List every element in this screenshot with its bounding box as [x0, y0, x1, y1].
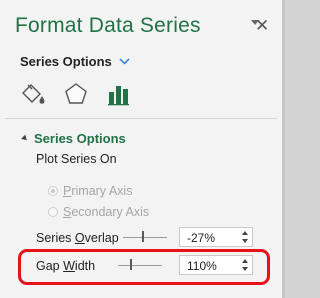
divider: [5, 118, 277, 119]
series-options-section-header[interactable]: Series Options: [21, 131, 126, 146]
effects-icon[interactable]: [61, 80, 91, 108]
series-options-dropdown-label: Series Options: [20, 53, 112, 69]
series-overlap-label: Series Overlap: [36, 231, 119, 245]
pane-title: Format Data Series: [15, 14, 201, 37]
chevron-down-icon: [119, 52, 130, 70]
series-overlap-down-arrow-icon[interactable]: [242, 239, 248, 243]
gap-width-highlight-box: [18, 249, 270, 285]
series-overlap-slider-thumb[interactable]: [142, 231, 144, 242]
secondary-axis-radio-button[interactable]: [48, 207, 58, 217]
collapse-triangle-icon: [21, 134, 29, 143]
format-tabs: [18, 80, 147, 108]
secondary-axis-label: Secondary Axis: [63, 205, 150, 219]
primary-axis-label: Primary Axis: [63, 184, 133, 198]
series-overlap-up-arrow-icon[interactable]: [242, 231, 248, 235]
pane-border: [282, 0, 285, 298]
primary-axis-radio-button[interactable]: [48, 186, 58, 196]
series-overlap-spinner[interactable]: -27%: [179, 227, 253, 247]
series-options-dropdown[interactable]: Series Options: [20, 52, 130, 70]
format-data-series-pane: Format Data Series ✕ Series Options Seri…: [0, 0, 282, 298]
close-icon[interactable]: ✕: [255, 16, 269, 36]
series-options-section-title: Series Options: [34, 131, 126, 146]
series-options-icon[interactable]: [104, 80, 134, 108]
plot-series-on-label: Plot Series On: [36, 152, 117, 166]
series-overlap-slider[interactable]: [123, 231, 167, 243]
fill-line-icon[interactable]: [18, 80, 48, 108]
secondary-axis-radio[interactable]: Secondary Axis: [48, 205, 149, 219]
series-overlap-value[interactable]: -27%: [187, 231, 215, 245]
primary-axis-radio[interactable]: Primary Axis: [48, 184, 132, 198]
